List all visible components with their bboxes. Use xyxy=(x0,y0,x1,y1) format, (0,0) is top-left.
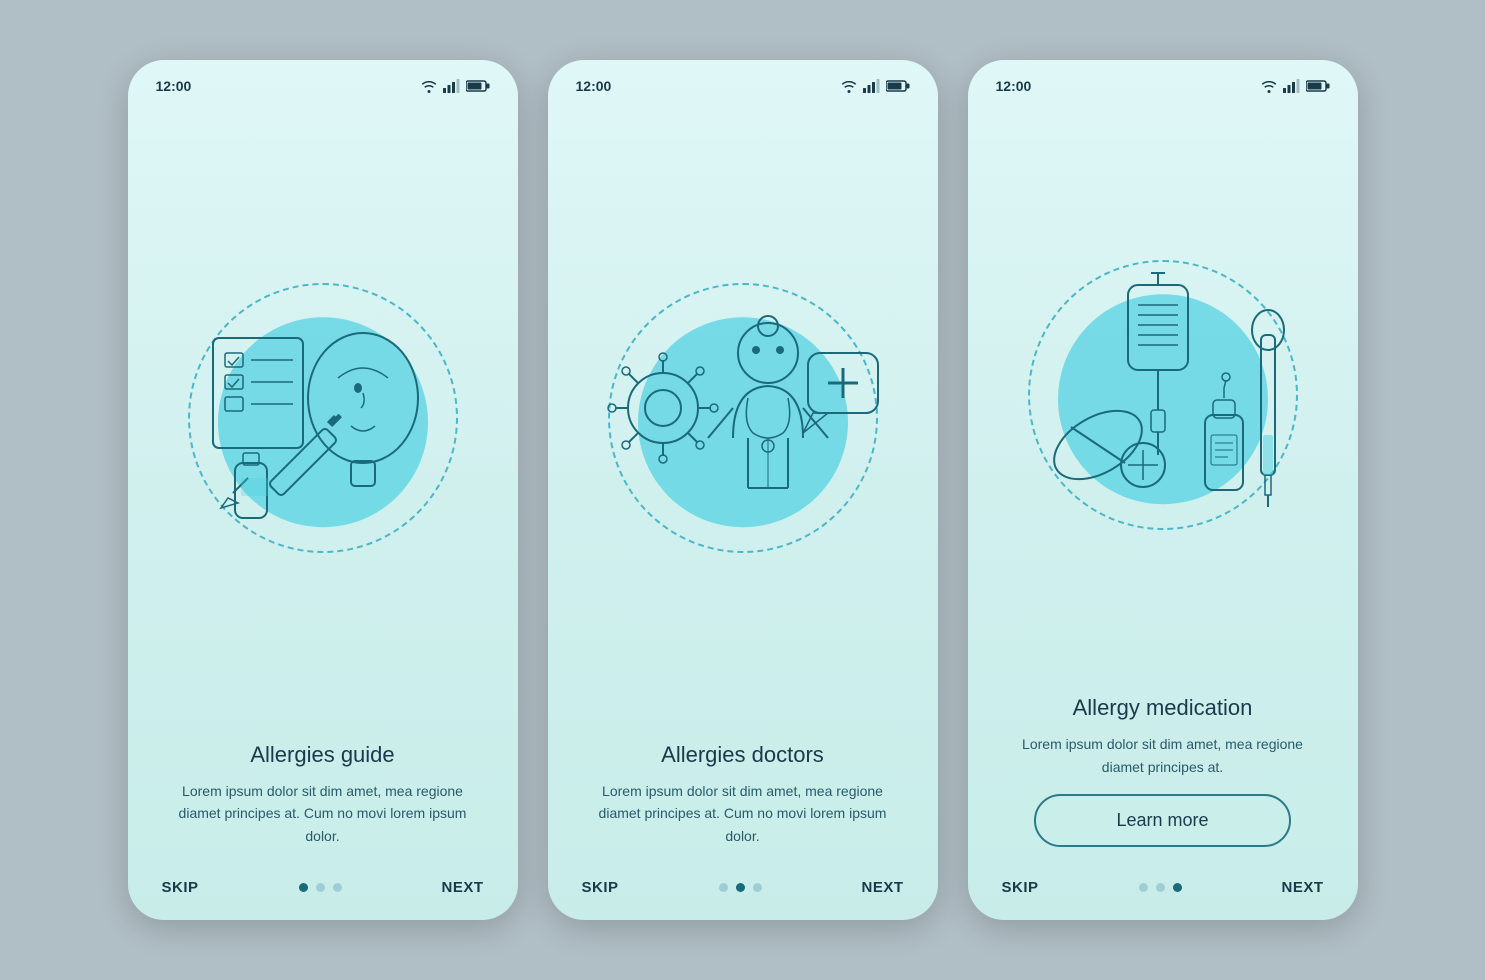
status-icons-1 xyxy=(420,79,490,93)
signal-icon xyxy=(1283,79,1301,93)
body-3: Lorem ipsum dolor sit dim amet, mea regi… xyxy=(1002,733,1324,778)
dot-2-3 xyxy=(753,883,762,892)
body-2: Lorem ipsum dolor sit dim amet, mea regi… xyxy=(582,780,904,847)
learn-more-button[interactable]: Learn more xyxy=(1034,794,1292,847)
time-1: 12:00 xyxy=(156,78,192,94)
next-button-3[interactable]: NEXT xyxy=(1281,879,1323,896)
illustration-area-1 xyxy=(152,104,494,732)
dot-3-2 xyxy=(1156,883,1165,892)
dot-3-3 xyxy=(1173,883,1182,892)
allergies-doctors-svg xyxy=(593,278,893,558)
dots-1 xyxy=(299,883,342,892)
next-button-1[interactable]: NEXT xyxy=(441,879,483,896)
dot-1-3 xyxy=(333,883,342,892)
signal-icon xyxy=(863,79,881,93)
content-2: Allergies doctors Lorem ipsum dolor sit … xyxy=(572,742,914,863)
title-2: Allergies doctors xyxy=(582,742,904,768)
time-3: 12:00 xyxy=(996,78,1032,94)
wifi-icon xyxy=(420,79,438,93)
title-1: Allergies guide xyxy=(162,742,484,768)
status-bar-3: 12:00 xyxy=(992,78,1334,94)
allergies-guide-svg xyxy=(173,278,473,558)
dot-2-1 xyxy=(719,883,728,892)
wifi-icon xyxy=(840,79,858,93)
battery-icon xyxy=(466,79,490,93)
content-3: Allergy medication Lorem ipsum dolor sit… xyxy=(992,695,1334,863)
nav-2: SKIP NEXT xyxy=(572,863,914,896)
status-icons-3 xyxy=(1260,79,1330,93)
status-bar-1: 12:00 xyxy=(152,78,494,94)
battery-icon xyxy=(1306,79,1330,93)
wifi-icon xyxy=(1260,79,1278,93)
dot-2-2 xyxy=(736,883,745,892)
dots-2 xyxy=(719,883,762,892)
illustration-area-2 xyxy=(572,104,914,732)
body-1: Lorem ipsum dolor sit dim amet, mea regi… xyxy=(162,780,484,847)
dot-1-1 xyxy=(299,883,308,892)
dots-3 xyxy=(1139,883,1182,892)
phones-container: 12:00 xyxy=(128,60,1358,920)
battery-icon xyxy=(886,79,910,93)
next-button-2[interactable]: NEXT xyxy=(861,879,903,896)
time-2: 12:00 xyxy=(576,78,612,94)
allergy-medication-svg xyxy=(1013,255,1313,535)
signal-icon xyxy=(443,79,461,93)
status-bar-2: 12:00 xyxy=(572,78,914,94)
phone-1: 12:00 xyxy=(128,60,518,920)
nav-1: SKIP NEXT xyxy=(152,863,494,896)
illustration-area-3 xyxy=(992,104,1334,685)
phone-3: 12:00 xyxy=(968,60,1358,920)
dot-3-1 xyxy=(1139,883,1148,892)
nav-3: SKIP NEXT xyxy=(992,863,1334,896)
status-icons-2 xyxy=(840,79,910,93)
skip-button-2[interactable]: SKIP xyxy=(582,879,619,896)
skip-button-1[interactable]: SKIP xyxy=(162,879,199,896)
content-1: Allergies guide Lorem ipsum dolor sit di… xyxy=(152,742,494,863)
skip-button-3[interactable]: SKIP xyxy=(1002,879,1039,896)
phone-2: 12:00 xyxy=(548,60,938,920)
dot-1-2 xyxy=(316,883,325,892)
title-3: Allergy medication xyxy=(1002,695,1324,721)
